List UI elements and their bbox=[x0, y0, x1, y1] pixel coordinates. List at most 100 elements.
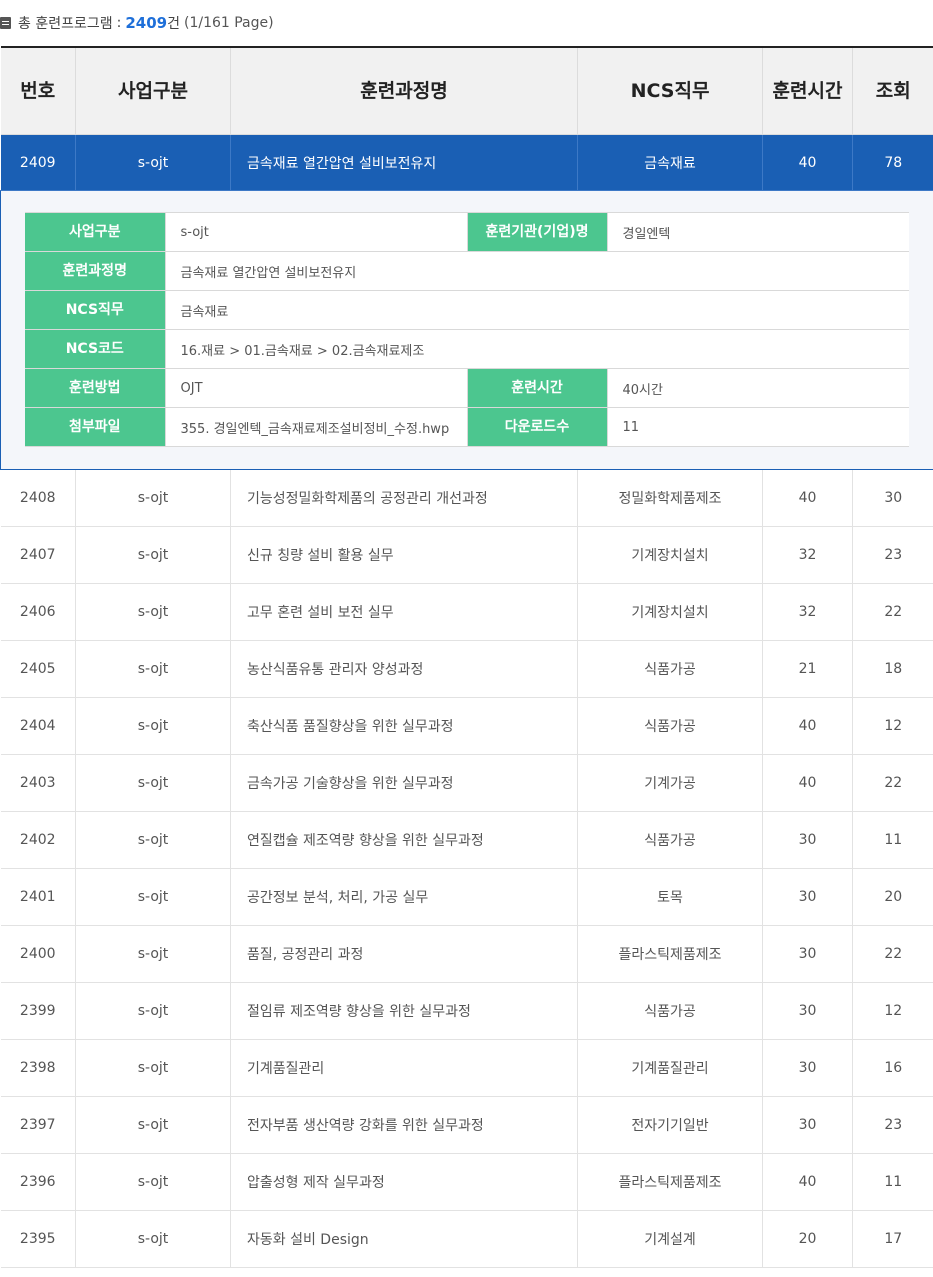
table-row[interactable]: 2396 s-ojt 압출성형 제작 실무과정 플라스틱제품제조 40 11 bbox=[0, 1153, 933, 1211]
row-views: 12 bbox=[852, 697, 933, 755]
row-course-link[interactable]: 연질캡슐 제조역량 향상을 위한 실무과정 bbox=[230, 811, 578, 869]
row-hours: 30 bbox=[762, 982, 853, 1040]
detail-row-course: 훈련과정명 금속재료 열간압연 설비보전유지 bbox=[25, 251, 909, 291]
row-course-link[interactable]: 신규 칭량 설비 활용 실무 bbox=[230, 526, 578, 584]
row-ncs: 기계장치설치 bbox=[577, 583, 763, 641]
row-no: 2407 bbox=[0, 526, 76, 584]
row-hours: 40 bbox=[762, 1153, 853, 1211]
detail-row-method: 훈련방법 OJT 훈련시간 40시간 bbox=[25, 368, 909, 408]
row-biz: s-ojt bbox=[75, 469, 231, 527]
row-course-link[interactable]: 자동화 설비 Design bbox=[230, 1210, 578, 1268]
detail-file-label: 첨부파일 bbox=[25, 407, 166, 447]
row-ncs: 식품가공 bbox=[577, 811, 763, 869]
row-ncs: 식품가공 bbox=[577, 982, 763, 1040]
row-biz: s-ojt bbox=[75, 583, 231, 641]
row-biz: s-ojt bbox=[75, 811, 231, 869]
row-views: 11 bbox=[852, 1153, 933, 1211]
summary-label: 총 훈련프로그램 bbox=[18, 16, 113, 32]
row-no: 2401 bbox=[0, 868, 76, 926]
row-views: 22 bbox=[852, 583, 933, 641]
row-biz: s-ojt bbox=[75, 640, 231, 698]
row-no: 2406 bbox=[0, 583, 76, 641]
document-list-icon bbox=[0, 17, 11, 29]
detail-biz-label: 사업구분 bbox=[25, 212, 166, 252]
detail-org-value: 경일엔텍 bbox=[606, 212, 909, 252]
row-course-link[interactable]: 전자부품 생산역량 강화를 위한 실무과정 bbox=[230, 1096, 578, 1154]
detail-row-ncs-job: NCS직무 금속재료 bbox=[25, 290, 909, 330]
detail-org-label: 훈련기관(기업)명 bbox=[466, 212, 608, 252]
row-course-link[interactable]: 금속가공 기술향상을 위한 실무과정 bbox=[230, 754, 578, 812]
selected-table-row[interactable]: 2409 s-ojt 금속재료 열간압연 설비보전유지 금속재료 40 78 bbox=[0, 134, 933, 191]
total-count: 2409 bbox=[125, 14, 168, 32]
row-views: 18 bbox=[852, 640, 933, 698]
detail-hours-value: 40시간 bbox=[606, 368, 909, 408]
detail-downloads-label: 다운로드수 bbox=[466, 407, 608, 447]
row-course-link[interactable]: 금속재료 열간압연 설비보전유지 bbox=[230, 134, 578, 191]
detail-row-file: 첨부파일 355. 경일엔텍_금속재료제조설비정비_수정.hwp 다운로드수 1… bbox=[25, 407, 909, 447]
row-ncs: 기계설계 bbox=[577, 1210, 763, 1268]
row-biz: s-ojt bbox=[75, 868, 231, 926]
row-views: 12 bbox=[852, 982, 933, 1040]
table-row[interactable]: 2403 s-ojt 금속가공 기술향상을 위한 실무과정 기계가공 40 22 bbox=[0, 754, 933, 812]
table-row[interactable]: 2408 s-ojt 기능성정밀화학제품의 공정관리 개선과정 정밀화학제품제조 40 3… bbox=[0, 469, 933, 527]
row-biz: s-ojt bbox=[75, 1153, 231, 1211]
table-row[interactable]: 2399 s-ojt 절임류 제조역량 향상을 위한 실무과정 식품가공 30 12 bbox=[0, 982, 933, 1040]
row-views: 23 bbox=[852, 526, 933, 584]
row-course-link[interactable]: 기능성정밀화학제품의 공정관리 개선과정 bbox=[230, 469, 578, 527]
row-course-link[interactable]: 고무 혼련 설비 보전 실무 bbox=[230, 583, 578, 641]
row-no: 2408 bbox=[0, 469, 76, 527]
detail-row-biz: 사업구분 s-ojt 훈련기관(기업)명 경일엔텍 bbox=[25, 212, 909, 252]
row-ncs: 식품가공 bbox=[577, 697, 763, 755]
row-no: 2398 bbox=[0, 1039, 76, 1097]
row-hours: 40 bbox=[762, 469, 853, 527]
row-views: 22 bbox=[852, 754, 933, 812]
header-views: 조회 bbox=[852, 47, 933, 135]
row-course-link[interactable]: 품질, 공정관리 과정 bbox=[230, 925, 578, 983]
detail-ncs-code-label: NCS코드 bbox=[25, 329, 166, 369]
row-no: 2400 bbox=[0, 925, 76, 983]
row-biz: s-ojt bbox=[75, 134, 231, 191]
table-row[interactable]: 2400 s-ojt 품질, 공정관리 과정 플라스틱제품제조 30 22 bbox=[0, 925, 933, 983]
row-biz: s-ojt bbox=[75, 1039, 231, 1097]
row-biz: s-ojt bbox=[75, 1096, 231, 1154]
table-row[interactable]: 2404 s-ojt 축산식품 품질향상을 위한 실무과정 식품가공 40 12 bbox=[0, 697, 933, 755]
table-row[interactable]: 2406 s-ojt 고무 혼련 설비 보전 실무 기계장치설치 32 22 bbox=[0, 583, 933, 641]
header-hours: 훈련시간 bbox=[762, 47, 853, 135]
table-row[interactable]: 2402 s-ojt 연질캡슐 제조역량 향상을 위한 실무과정 식품가공 30 11 bbox=[0, 811, 933, 869]
table-row[interactable]: 2407 s-ojt 신규 칭량 설비 활용 실무 기계장치설치 32 23 bbox=[0, 526, 933, 584]
row-no: 2405 bbox=[0, 640, 76, 698]
row-course-link[interactable]: 기계품질관리 bbox=[230, 1039, 578, 1097]
detail-biz-value: s-ojt bbox=[164, 212, 468, 252]
row-views: 30 bbox=[852, 469, 933, 527]
row-biz: s-ojt bbox=[75, 925, 231, 983]
detail-ncs-job-label: NCS직무 bbox=[25, 290, 166, 330]
table-row[interactable]: 2405 s-ojt 농산식품유통 관리자 양성과정 식품가공 21 18 bbox=[0, 640, 933, 698]
row-course-link[interactable]: 공간정보 분석, 처리, 가공 실무 bbox=[230, 868, 578, 926]
row-hours: 30 bbox=[762, 868, 853, 926]
table-row[interactable]: 2401 s-ojt 공간정보 분석, 처리, 가공 실무 토목 30 20 bbox=[0, 868, 933, 926]
row-ncs: 정밀화학제품제조 bbox=[577, 469, 763, 527]
table-row[interactable]: 2395 s-ojt 자동화 설비 Design 기계설계 20 17 bbox=[0, 1210, 933, 1268]
detail-course-value: 금속재료 열간압연 설비보전유지 bbox=[164, 251, 909, 291]
row-biz: s-ojt bbox=[75, 982, 231, 1040]
row-hours: 32 bbox=[762, 583, 853, 641]
row-ncs: 식품가공 bbox=[577, 640, 763, 698]
row-no: 2395 bbox=[0, 1210, 76, 1268]
row-course-link[interactable]: 축산식품 품질향상을 위한 실무과정 bbox=[230, 697, 578, 755]
row-ncs: 금속재료 bbox=[577, 134, 763, 191]
row-course-link[interactable]: 압출성형 제작 실무과정 bbox=[230, 1153, 578, 1211]
attachment-file-link[interactable]: 355. 경일엔텍_금속재료제조설비정비_수정.hwp bbox=[164, 407, 468, 447]
row-views: 78 bbox=[852, 134, 933, 191]
row-course-link[interactable]: 농산식품유통 관리자 양성과정 bbox=[230, 640, 578, 698]
row-course-link[interactable]: 절임류 제조역량 향상을 위한 실무과정 bbox=[230, 982, 578, 1040]
row-ncs: 기계품질관리 bbox=[577, 1039, 763, 1097]
row-ncs: 기계장치설치 bbox=[577, 526, 763, 584]
row-no: 2403 bbox=[0, 754, 76, 812]
row-views: 22 bbox=[852, 925, 933, 983]
table-row[interactable]: 2398 s-ojt 기계품질관리 기계품질관리 30 16 bbox=[0, 1039, 933, 1097]
row-ncs: 플라스틱제품제조 bbox=[577, 1153, 763, 1211]
table-row[interactable]: 2397 s-ojt 전자부품 생산역량 강화를 위한 실무과정 전자기기일반 30 23 bbox=[0, 1096, 933, 1154]
row-views: 17 bbox=[852, 1210, 933, 1268]
detail-method-label: 훈련방법 bbox=[25, 368, 166, 408]
row-biz: s-ojt bbox=[75, 1210, 231, 1268]
